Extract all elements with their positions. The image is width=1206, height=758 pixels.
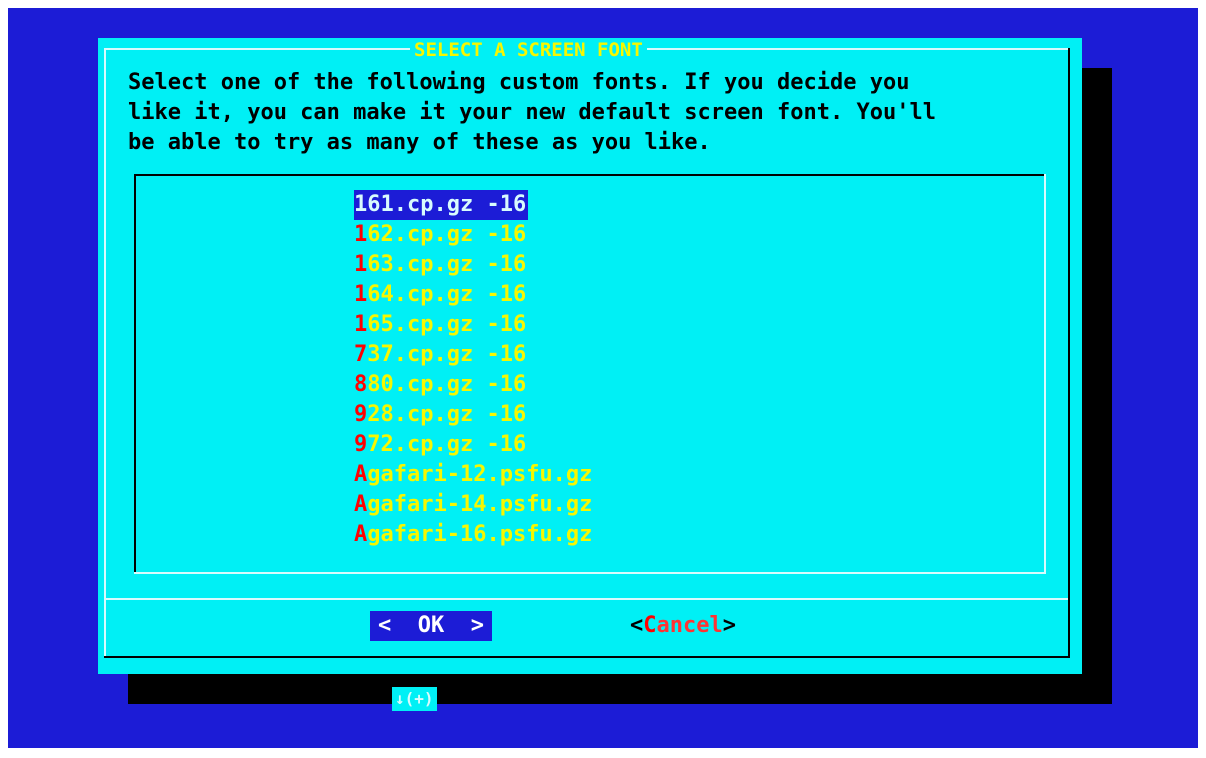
ok-left-bracket: < xyxy=(378,613,392,638)
item-hotkey: 1 xyxy=(354,192,368,217)
item-label: gafari-16.psfu.gz xyxy=(367,522,593,547)
list-left-border xyxy=(134,174,136,572)
dialog-description: Select one of the following custom fonts… xyxy=(128,70,936,155)
dialog-bottom-border xyxy=(104,656,1070,658)
item-hotkey: 1 xyxy=(354,312,368,337)
cancel-label: ancel xyxy=(656,613,723,638)
cancel-right-bracket: > xyxy=(722,613,736,638)
item-hotkey: 7 xyxy=(354,342,368,367)
item-label: 28.cp.gz -16 xyxy=(367,402,527,427)
button-separator xyxy=(106,598,1068,600)
item-hotkey: 9 xyxy=(354,432,368,457)
dialog-title: SELECT A SCREEN FONT xyxy=(410,38,647,62)
font-list-item[interactable]: 161.cp.gz -16 xyxy=(354,190,529,220)
item-label: 61.cp.gz -16 xyxy=(367,192,527,217)
cancel-button[interactable]: <Cancel> xyxy=(630,611,736,641)
font-list[interactable]: 161.cp.gz -16 162.cp.gz -16 163.cp.gz -16 1… xyxy=(134,174,1046,711)
cancel-hotkey: C xyxy=(643,613,657,638)
font-list-item[interactable]: Agafari-14.psfu.gz xyxy=(354,490,592,520)
item-hotkey: 1 xyxy=(354,282,368,307)
dialog-left-border xyxy=(104,48,106,658)
list-bottom-border xyxy=(134,572,1046,574)
item-label: 65.cp.gz -16 xyxy=(367,312,527,337)
list-top-border xyxy=(134,174,1046,176)
ok-button[interactable]: < OK > xyxy=(370,611,492,641)
more-items-indicator: ↓(+) xyxy=(392,687,437,711)
font-list-item[interactable]: Agafari-12.psfu.gz xyxy=(354,460,592,490)
item-hotkey: 1 xyxy=(354,222,368,247)
item-label: 80.cp.gz -16 xyxy=(367,372,527,397)
item-hotkey: 8 xyxy=(354,372,368,397)
font-list-item[interactable]: Agafari-16.psfu.gz xyxy=(354,520,592,550)
item-hotkey: A xyxy=(354,492,368,517)
font-select-dialog: SELECT A SCREEN FONT Select one of the f… xyxy=(98,38,1082,711)
item-hotkey: A xyxy=(354,462,368,487)
dialog-right-border xyxy=(1068,48,1070,658)
font-list-item[interactable]: 163.cp.gz -16 xyxy=(354,250,526,280)
item-label: 63.cp.gz -16 xyxy=(367,252,527,277)
font-list-item[interactable]: 165.cp.gz -16 xyxy=(354,310,526,340)
font-list-item[interactable]: 928.cp.gz -16 xyxy=(354,400,526,430)
item-hotkey: A xyxy=(354,522,368,547)
font-list-item[interactable]: 737.cp.gz -16 xyxy=(354,340,526,370)
font-list-item[interactable]: 972.cp.gz -16 xyxy=(354,430,526,460)
font-list-item[interactable]: 162.cp.gz -16 xyxy=(354,220,526,250)
item-hotkey: 9 xyxy=(354,402,368,427)
item-label: 64.cp.gz -16 xyxy=(367,282,527,307)
item-label: 37.cp.gz -16 xyxy=(367,342,527,367)
list-right-border xyxy=(1044,174,1046,574)
ok-right-bracket: > xyxy=(470,613,484,638)
item-label: gafari-14.psfu.gz xyxy=(367,492,593,517)
item-label: 72.cp.gz -16 xyxy=(367,432,527,457)
font-list-item[interactable]: 880.cp.gz -16 xyxy=(354,370,526,400)
ok-label: OK xyxy=(417,613,445,638)
font-list-item[interactable]: 164.cp.gz -16 xyxy=(354,280,526,310)
cancel-left-bracket: < xyxy=(630,613,644,638)
item-label: gafari-12.psfu.gz xyxy=(367,462,593,487)
item-label: 62.cp.gz -16 xyxy=(367,222,527,247)
item-hotkey: 1 xyxy=(354,252,368,277)
